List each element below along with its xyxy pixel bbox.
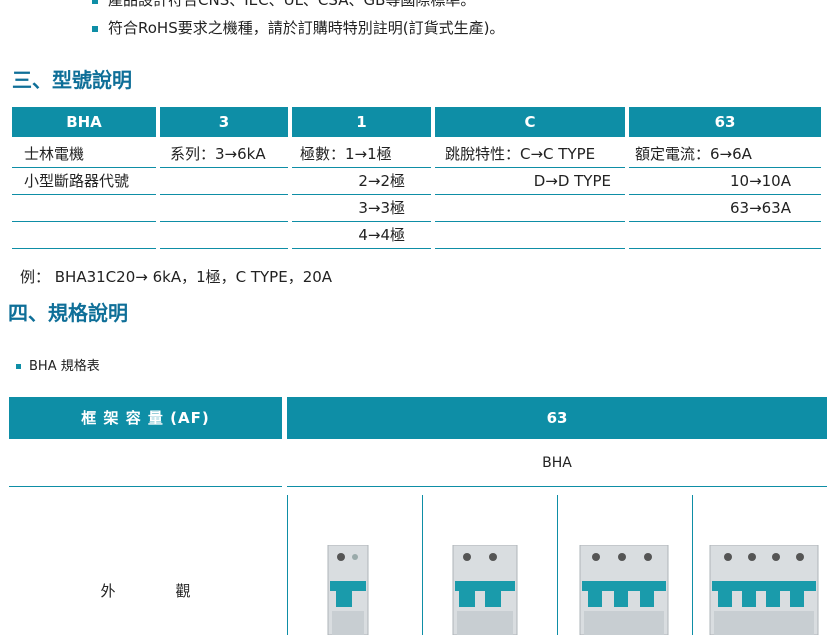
row-divider [287, 486, 827, 487]
model-header-trip: C [435, 107, 625, 137]
table-cell [160, 195, 288, 222]
table-cell [160, 222, 288, 249]
table-cell: 系列：3→6kA [160, 141, 288, 168]
column-divider [557, 495, 558, 635]
table-cell: 極數：1→1極 [292, 141, 431, 168]
table-cell: 10→10A [629, 168, 821, 195]
table-cell: 小型斷路器代號 [12, 168, 156, 195]
frame-capacity-header: 框 架 容 量 (AF) [9, 397, 282, 439]
column-divider [287, 495, 288, 635]
table-cell: 4→4極 [292, 222, 431, 249]
series-name: BHA [542, 455, 572, 471]
frame-capacity-value: 63 [287, 397, 827, 439]
intro-line-2: 符合RoHS要求之機種，請於訂購時特別註明(訂貨式生產)。 [92, 17, 504, 38]
breaker-2-pole-image [452, 545, 518, 635]
table-cell: 跳脫特性：C→C TYPE [435, 141, 625, 168]
table-cell [629, 222, 821, 249]
table-cell [12, 222, 156, 249]
table-cell: 3→3極 [292, 195, 431, 222]
spec-table-label: BHA 規格表 [16, 355, 100, 374]
table-cell: 額定電流：6→6A [629, 141, 821, 168]
bullet-icon [92, 0, 98, 4]
table-cell: D→D TYPE [435, 168, 625, 195]
section4-title: 四、規格說明 [8, 301, 128, 325]
column-divider [422, 495, 423, 635]
table-cell [12, 195, 156, 222]
intro-line-2-text: 符合RoHS要求之機種，請於訂購時特別註明(訂貨式生產)。 [108, 19, 505, 37]
model-header-series-code: BHA [12, 107, 156, 137]
table-cell: 63→63A [629, 195, 821, 222]
intro-line-1: 產品設計符合CNS、IEC、UL、CSA、GB等國際標準。 [92, 0, 475, 10]
model-example: 例： BHA31C20→ 6kA，1極，C TYPE，20A [20, 268, 333, 286]
column-divider [692, 495, 693, 635]
section3-title: 三、型號說明 [12, 68, 132, 92]
bullet-icon [92, 25, 98, 32]
table-cell [435, 222, 625, 249]
model-header-current: 63 [629, 107, 821, 137]
table-cell [160, 168, 288, 195]
breaker-1-pole-image [327, 545, 369, 635]
breaker-3-pole-image [579, 545, 669, 635]
appearance-label: 外 觀 [100, 582, 191, 600]
breaker-4-pole-image [709, 545, 819, 635]
spec-table-label-text: BHA 規格表 [29, 359, 100, 374]
table-cell: 2→2極 [292, 168, 431, 195]
model-header-poles: 1 [292, 107, 431, 137]
table-cell: 士林電機 [12, 141, 156, 168]
row-divider [9, 486, 282, 487]
bullet-icon [16, 364, 21, 369]
intro-line-1-text: 產品設計符合CNS、IEC、UL、CSA、GB等國際標準。 [108, 0, 476, 9]
model-header-capacity: 3 [160, 107, 288, 137]
table-cell [435, 195, 625, 222]
